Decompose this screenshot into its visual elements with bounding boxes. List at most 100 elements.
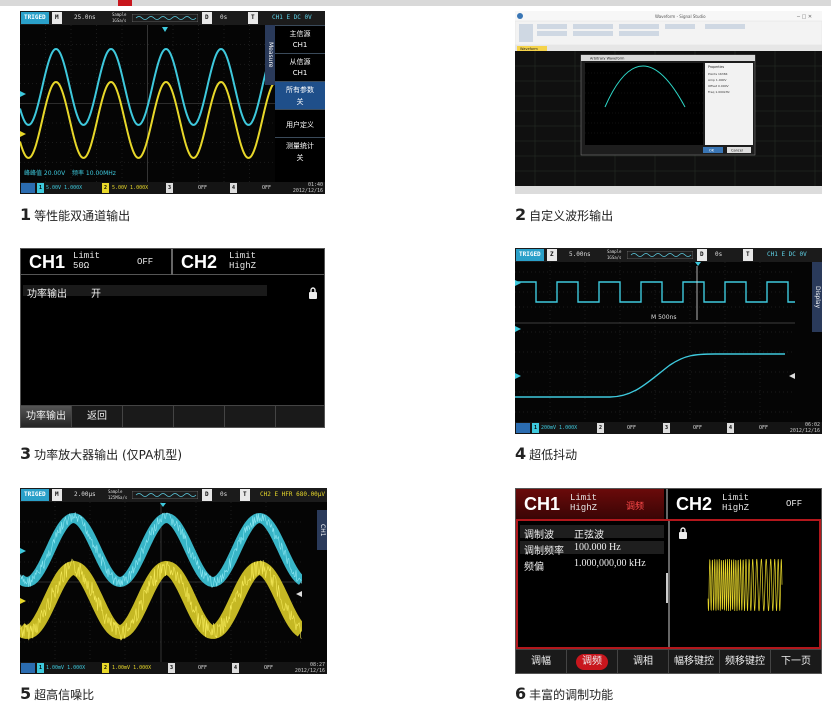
trigger-button[interactable]: T — [248, 12, 258, 24]
menu-main-source[interactable]: 主信源 CH1 — [275, 25, 325, 53]
scope-bottom-bar: 1 5.00V 1.000X 2 5.00V 1.000X 3 OFF 4 OF… — [20, 182, 325, 194]
ch1-state: OFF — [137, 257, 154, 267]
ch4-tag-5[interactable]: 4 — [232, 663, 240, 673]
dialog-title: Arbitrary Waveform — [590, 57, 625, 61]
back-button[interactable]: 返回 — [72, 406, 123, 427]
ch2-limit: Limit HighZ — [229, 251, 257, 271]
scope-top-bar-5: TRIGED M 2.00μs Sample 125MSa/s D 0s T CH… — [20, 488, 327, 502]
softkey-bar: 功率输出 返回 — [21, 405, 324, 427]
waveform-overview-icon — [132, 14, 198, 22]
menu-grid-icon[interactable] — [21, 183, 35, 193]
trigger-status: TRIGED — [21, 12, 49, 24]
scope-panel-dual-channel: TRIGED M 25.0ns Sample 1GSa/s D 0s T CH1 … — [20, 11, 325, 194]
menu-all-params[interactable]: 所有参数关 — [275, 81, 325, 109]
menu-grid-icon-4[interactable] — [516, 423, 530, 433]
delay-button[interactable]: D — [202, 12, 212, 24]
mod-freq-value[interactable]: 100.000 Hz — [574, 542, 621, 553]
menu-statistics[interactable]: 测量统计关 — [275, 137, 325, 165]
freq-dev-value[interactable]: 1.000,000,00 kHz — [574, 558, 646, 569]
trigger-status-5: TRIGED — [21, 489, 49, 501]
delay-button-5[interactable]: D — [202, 489, 212, 501]
display-side-tab[interactable]: Display — [812, 262, 822, 332]
softkey-6[interactable] — [276, 406, 324, 427]
softkey-5[interactable] — [225, 406, 276, 427]
softkey-bar-6: 调幅 调频 调相 幅移键控 频移键控 下一页 — [516, 649, 821, 673]
app-logo-icon — [517, 13, 523, 19]
scroll-indicator[interactable] — [666, 573, 668, 603]
delay-value-4: 0s — [715, 251, 723, 258]
menu-user-defined[interactable]: 用户定义 — [275, 109, 325, 137]
ch4-tag[interactable]: 4 — [230, 183, 238, 193]
ch1-label-6[interactable]: CH1 — [524, 491, 560, 517]
ch3-scale-5: OFF — [198, 665, 208, 671]
sample-mode-4: Sample 1GSa/s — [607, 249, 622, 260]
ch2-tag-4[interactable]: 2 — [597, 423, 605, 433]
ch4-tag-4[interactable]: 4 — [727, 423, 735, 433]
power-output-button[interactable]: 功率输出 — [21, 406, 72, 427]
ch2-scale-4: OFF — [627, 425, 637, 431]
ch1-label[interactable]: CH1 — [29, 249, 65, 275]
sample-mode: Sample 1GSa/s — [112, 12, 127, 23]
window-controls-icon: ─ □ ✕ — [796, 14, 812, 20]
ch1-side-tab[interactable]: CH1 — [317, 510, 327, 550]
ch2-tag[interactable]: 2 — [102, 183, 110, 193]
menu-sub-source[interactable]: 从信源 CH1 — [275, 53, 325, 81]
svg-text:Offset 0.000V: Offset 0.000V — [708, 84, 730, 88]
ch1-scale: 5.00V 1.000X — [46, 185, 83, 191]
fsk-button[interactable]: 频移键控 — [720, 650, 771, 673]
mode-button-5[interactable]: M — [52, 489, 62, 501]
svg-text:Points 16384: Points 16384 — [708, 72, 728, 76]
ch1-scale-4: 200mV 1.000X — [541, 425, 578, 431]
noise-plot — [20, 502, 302, 662]
ch1-tag[interactable]: 1 — [37, 183, 45, 193]
ch1-limit: Limit 50Ω — [73, 251, 101, 271]
freq-dev-label[interactable]: 频偏 — [524, 558, 544, 573]
ch4-scale: OFF — [262, 185, 272, 191]
scope-bottom-bar-5: 1 1.00mV 1.000X 2 1.00mV 1.000X 3 OFF 4 … — [20, 662, 327, 674]
fm-waveform — [707, 558, 783, 612]
ch3-tag-4[interactable]: 3 — [663, 423, 671, 433]
trigger-button-4[interactable]: T — [743, 249, 753, 261]
dialog-plot — [585, 63, 703, 145]
pm-button[interactable]: 调相 — [618, 650, 669, 673]
trigger-button-5[interactable]: T — [240, 489, 250, 501]
ch2-scale-5: 1.00mV 1.000X — [112, 665, 152, 671]
ask-button[interactable]: 幅移键控 — [669, 650, 720, 673]
scope-top-bar: TRIGED M 25.0ns Sample 1GSa/s D 0s T CH1 … — [20, 11, 325, 25]
next-page-button[interactable]: 下一页 — [771, 650, 821, 673]
ch1-mode: 调频 — [626, 502, 645, 512]
zoom-mode-button[interactable]: Z — [547, 249, 557, 261]
ch1-scale-5: 1.00mV 1.000X — [46, 665, 86, 671]
ch2-label-6[interactable]: CH2 — [676, 491, 712, 517]
ch1-tag-4[interactable]: 1 — [532, 423, 540, 433]
delay-button-4[interactable]: D — [697, 249, 707, 261]
generator-panel-power-amp: CH1 Limit 50Ω OFF CH2 Limit HighZ 功率输出 开 功… — [20, 248, 325, 428]
softkey-3[interactable] — [123, 406, 174, 427]
clock-5: 08:27 2012/12/16 — [294, 662, 325, 674]
menu-grid-icon-5[interactable] — [21, 663, 35, 673]
ch2-tag-5[interactable]: 2 — [102, 663, 110, 673]
timebase: 25.0ns — [74, 14, 96, 21]
timebase-4: 5.00ns — [569, 251, 591, 258]
ch3-scale: OFF — [198, 185, 208, 191]
am-button[interactable]: 调幅 — [516, 650, 567, 673]
svg-text:Properties: Properties — [708, 65, 724, 69]
ch3-tag[interactable]: 3 — [166, 183, 174, 193]
ch2-scale: 5.00V 1.000X — [112, 185, 149, 191]
mod-wave-value[interactable]: 正弦波 — [574, 526, 604, 541]
ch2-state-6: OFF — [786, 499, 803, 509]
mode-button[interactable]: M — [52, 12, 62, 24]
ch2-label[interactable]: CH2 — [181, 249, 217, 275]
caption-1: 1 等性能双通道输出 — [20, 205, 131, 224]
scope-panel-low-jitter: TRIGED Z 5.00ns Sample 1GSa/s D 0s T CH1 … — [515, 248, 822, 434]
softkey-4[interactable] — [174, 406, 225, 427]
ch3-tag-5[interactable]: 3 — [168, 663, 176, 673]
fm-button[interactable]: 调频 — [567, 650, 618, 673]
status-bar — [515, 186, 822, 194]
measure-side-tab[interactable]: Measure — [265, 25, 275, 85]
mod-wave-label[interactable]: 调制波 — [524, 526, 554, 541]
zoom-plot: M 500ns — [515, 262, 795, 422]
generator-panel-modulation: CH1 Limit HighZ 调频 CH2 Limit HighZ OFF 调制波… — [515, 488, 822, 674]
ch1-tag-5[interactable]: 1 — [37, 663, 45, 673]
mod-freq-label[interactable]: 调制频率 — [524, 542, 564, 557]
